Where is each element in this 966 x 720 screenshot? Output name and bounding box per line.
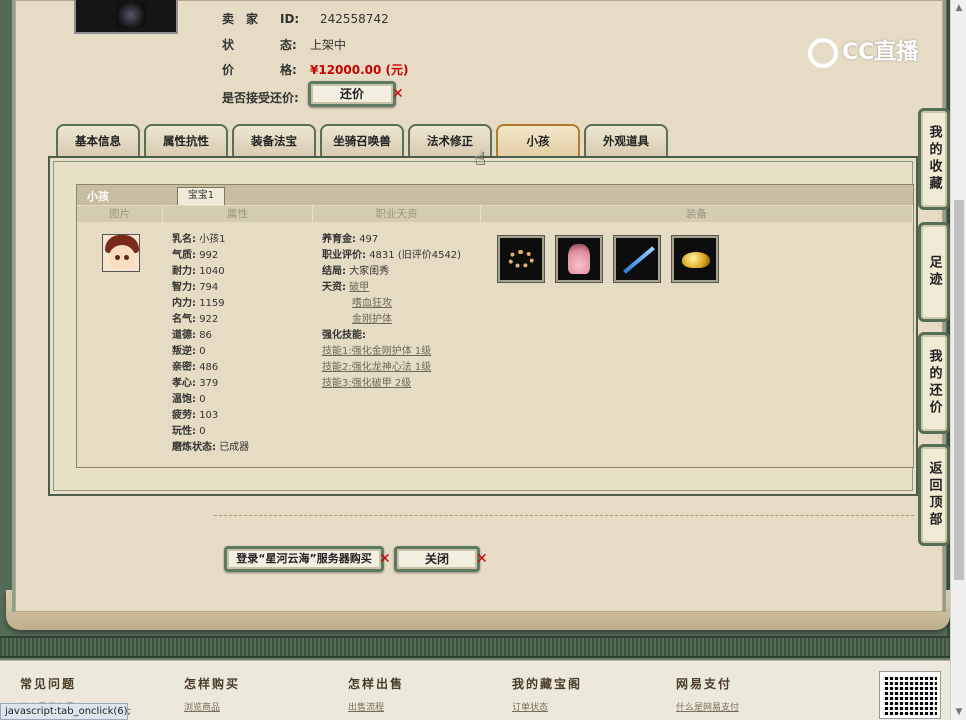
seller-id: 242558742 — [320, 12, 389, 26]
counter-offer-button[interactable]: 还价 — [308, 81, 396, 107]
gift-row: 金刚护体 — [322, 312, 492, 328]
seller-row: 卖家 ID: 242558742 — [222, 10, 389, 27]
side-my-offers[interactable]: 我的还价 — [918, 332, 950, 434]
tab-mounts[interactable]: 坐骑召唤兽 — [320, 124, 404, 156]
skill-link[interactable]: 技能3:强化破甲 2级 — [322, 378, 411, 389]
attr-row: 叛逆: 0 — [172, 346, 206, 357]
subtab-baby-1[interactable]: 宝宝1 — [177, 187, 225, 205]
gift-row: 天资: 破甲 — [322, 282, 370, 293]
footer-link[interactable]: 浏览商品 — [184, 700, 240, 713]
footer-link[interactable]: 出售流程 — [348, 700, 404, 713]
attribute-list: 乳名: 小孩1 气质: 992 耐力: 1040 智力: 794 内力: 115… — [172, 232, 312, 456]
price-label-2: 格: — [280, 63, 297, 77]
skills-label: 强化技能: — [322, 330, 366, 341]
col-header-talent: 职业天资 — [313, 206, 481, 222]
close-button[interactable]: 关闭 — [394, 546, 480, 572]
tab-child[interactable]: 小孩 — [496, 124, 580, 156]
seller-label: 卖家 — [222, 12, 271, 26]
footer-col-sell: 怎样出售 出售流程 — [348, 677, 405, 713]
scroll-thumb[interactable] — [954, 200, 964, 580]
id-label: ID: — [280, 12, 300, 26]
child-panel-header: 小孩 宝宝1 — [77, 185, 913, 205]
scrollbar[interactable]: ▲ ▼ — [950, 0, 966, 720]
side-footprints[interactable]: 足迹 — [918, 222, 950, 322]
ending-row: 结局: 大家闺秀 — [322, 266, 390, 277]
cc-logo-icon — [808, 38, 838, 68]
side-back-to-top[interactable]: 返回顶部 — [918, 444, 950, 546]
status-bar: javascript:tab_onclick(6); — [0, 703, 131, 720]
attr-row: 内力: 1159 — [172, 298, 225, 309]
side-favorites[interactable]: 我的收藏 — [918, 108, 950, 210]
gold-shoes-icon[interactable] — [672, 236, 718, 282]
skill-link[interactable]: 技能1:强化金刚护体 1级 — [322, 346, 431, 357]
pink-dress-icon[interactable] — [556, 236, 602, 282]
rating-row: 职业评价: 4831 (旧评价4542) — [322, 250, 462, 261]
dashed-divider — [214, 515, 914, 516]
scroll-down-icon[interactable]: ▼ — [951, 704, 966, 720]
blue-sword-icon[interactable] — [614, 236, 660, 282]
close-x-icon: ✕ — [392, 86, 404, 102]
attr-row: 气质: 992 — [172, 250, 219, 261]
skill-row: 技能3:强化破甲 2级 — [322, 376, 492, 392]
flower-crown-icon[interactable] — [498, 236, 544, 282]
attr-row: 玩性: 0 — [172, 426, 206, 437]
child-avatar — [102, 234, 140, 272]
skill-row: 技能2:强化龙神心法 1级 — [322, 360, 492, 376]
attr-row: 亲密: 486 — [172, 362, 219, 373]
counter-offer-label: 是否接受还价: — [222, 91, 299, 105]
footer-col-my-cbg: 我的藏宝阁 订单状态 — [512, 677, 583, 713]
child-panel-title: 小孩 — [87, 190, 109, 203]
attr-row: 名气: 922 — [172, 314, 219, 325]
price-row: 价 格: ¥12000.00 (元) — [222, 61, 409, 78]
close-x-icon: ✕ — [379, 551, 391, 567]
skill-link[interactable]: 技能2:强化龙神心法 1级 — [322, 362, 431, 373]
gift-link[interactable]: 嗜血狂攻 — [352, 298, 392, 309]
gift-row: 嗜血狂攻 — [322, 296, 492, 312]
status-value: 上架中 — [310, 38, 347, 52]
status-row: 状 态: 上架中 — [222, 36, 346, 53]
attr-row: 耐力: 1040 — [172, 266, 225, 277]
attr-row: 智力: 794 — [172, 282, 219, 293]
scroll-up-icon[interactable]: ▲ — [951, 0, 966, 16]
footer-link[interactable]: 什么是网易支付 — [676, 700, 739, 713]
tab-appearance[interactable]: 外观道具 — [584, 124, 668, 156]
fee-row: 养育金: 497 — [322, 234, 379, 245]
gift-link[interactable]: 金刚护体 — [352, 314, 392, 325]
attr-row: 磨炼状态: 已成器 — [172, 442, 250, 453]
skill-row: 技能1:强化金刚护体 1级 — [322, 344, 492, 360]
attr-row: 孝心: 379 — [172, 378, 219, 389]
footer: 常见问题 什么是藏宝阁? 怎样购买 浏览商品 怎样出售 出售流程 我的藏宝阁 订… — [0, 660, 950, 720]
tab-basic-info[interactable]: 基本信息 — [56, 124, 140, 156]
close-x-icon: ✕ — [476, 551, 488, 567]
attr-row: 疲劳: 103 — [172, 410, 219, 421]
attr-row: 温饱: 0 — [172, 394, 206, 405]
talent-list: 养育金: 497 职业评价: 4831 (旧评价4542) 结局: 大家闺秀 天… — [322, 232, 492, 392]
status-label-2: 态: — [280, 38, 297, 52]
qr-code — [879, 671, 941, 719]
attr-row: 乳名: 小孩1 — [172, 234, 226, 245]
tab-attributes[interactable]: 属性抗性 — [144, 124, 228, 156]
decorative-band — [0, 636, 950, 658]
price-value: ¥12000.00 (元) — [310, 63, 409, 77]
gift-link[interactable]: 破甲 — [349, 282, 369, 293]
col-header-attributes: 属性 — [163, 206, 313, 222]
col-header-equipment: 装备 — [481, 206, 913, 222]
col-header-image: 图片 — [77, 206, 163, 222]
footer-link[interactable]: 订单状态 — [512, 700, 582, 713]
footer-col-pay: 网易支付 什么是网易支付 — [676, 677, 740, 713]
mouse-cursor-icon: ☝ — [474, 148, 485, 169]
attr-row: 道德: 86 — [172, 330, 212, 341]
item-thumbnail[interactable] — [74, 0, 178, 34]
tab-equipment[interactable]: 装备法宝 — [232, 124, 316, 156]
price-label: 价 — [222, 63, 247, 77]
cc-live-logo: CC直播 — [808, 34, 918, 68]
login-buy-button[interactable]: 登录“星河云海”服务器购买 — [224, 546, 384, 572]
footer-col-buy: 怎样购买 浏览商品 — [184, 677, 241, 713]
status-label: 状 — [222, 38, 247, 52]
